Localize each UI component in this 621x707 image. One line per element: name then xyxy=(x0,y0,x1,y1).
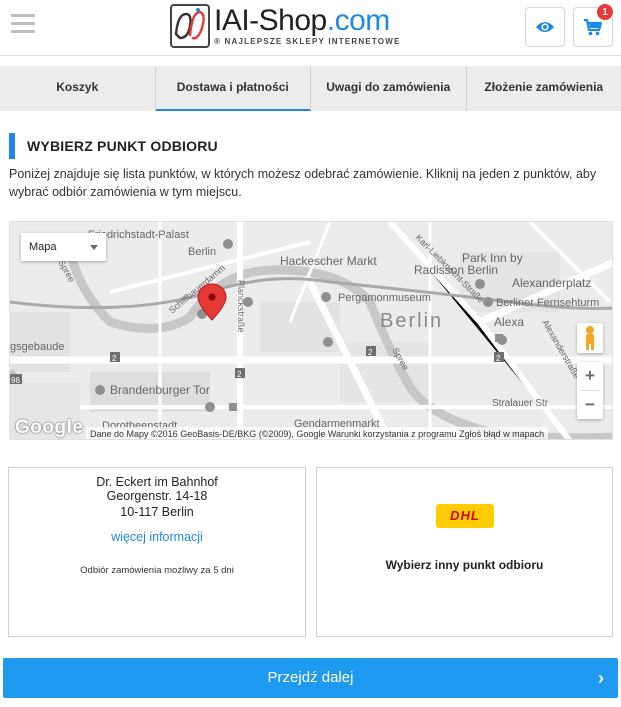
choose-other-point-label: Wybierz inny punkt odbioru xyxy=(385,558,544,572)
chevron-right-icon: › xyxy=(598,668,604,688)
section-intro: Poniżej znajduje się lista punktów, w kt… xyxy=(9,167,597,199)
dhl-logo: DHL xyxy=(436,504,494,528)
map-label-brandenburger: Brandenburger Tor xyxy=(110,383,210,397)
top-header: IAI-Shop.com ® NAJLEPSZE SKLEPY INTERNET… xyxy=(0,0,621,56)
logo-mark-icon xyxy=(170,4,210,48)
pickup-point-card[interactable]: Dr. Eckert im Bahnhof Georgenstr. 14-18 … xyxy=(8,467,306,637)
map-label-gebaude: gsgebaude xyxy=(10,341,64,353)
tab-zlozenie[interactable]: Złożenie zamówienia xyxy=(467,66,621,111)
map-route-2b: 2 xyxy=(368,348,373,357)
zoom-out-button[interactable]: − xyxy=(577,391,603,419)
map-attribution[interactable]: Dane do Mapy ©2016 GeoBasis-DE/BKG (©200… xyxy=(86,427,549,439)
choose-other-point-card[interactable]: DHL Wybierz inny punkt odbioru xyxy=(316,467,613,637)
map-route-96: 96 xyxy=(11,376,20,385)
pickup-point-city: 10-117 Berlin xyxy=(120,505,194,519)
map-label-berlin-small: Berlin xyxy=(188,246,216,258)
continue-button-label: Przejdź dalej xyxy=(267,669,354,686)
map-route-2d: 2 xyxy=(237,370,242,379)
map-label-alexanderplatz: Alexanderplatz xyxy=(512,276,591,290)
zoom-in-button[interactable]: + xyxy=(577,362,603,390)
view-button[interactable] xyxy=(525,7,565,47)
map-label-berlin-big: Berlin xyxy=(380,310,443,332)
tab-dostawa[interactable]: Dostawa i płatności xyxy=(155,66,311,111)
pickup-point-name: Dr. Eckert im Bahnhof xyxy=(96,475,218,489)
map-label-alexa: Alexa xyxy=(494,315,524,329)
map-type-label: Mapa xyxy=(29,241,57,253)
section-title: WYBIERZ PUNKT ODBIORU xyxy=(9,133,218,159)
pegman-glyph xyxy=(586,326,594,350)
map-route-2c: 2 xyxy=(496,354,501,363)
shopping-cart-icon xyxy=(584,18,603,36)
map-label-planckstrasse: Planckstraße xyxy=(236,280,246,333)
map-label-strauer: Stralauer Str xyxy=(492,398,549,409)
tab-koszyk[interactable]: Koszyk xyxy=(0,66,156,111)
hamburger-menu-icon[interactable] xyxy=(11,14,35,34)
chevron-down-icon xyxy=(90,245,98,250)
continue-button[interactable]: Przejdź dalej › xyxy=(3,658,618,698)
google-logo[interactable]: Google xyxy=(15,417,83,439)
site-logo[interactable]: IAI-Shop.com ® NAJLEPSZE SKLEPY INTERNET… xyxy=(170,4,399,50)
logo-tagline: ® NAJLEPSZE SKLEPY INTERNETOWE xyxy=(214,37,401,46)
street-view-pegman-icon[interactable] xyxy=(577,323,603,353)
eye-icon xyxy=(536,22,554,32)
pickup-time-note: Odbiór zamówienia możliwy za 5 dni xyxy=(80,565,234,576)
more-info-link[interactable]: więcej informacji xyxy=(9,530,305,544)
map-label-pergamon: Pergamonmuseum xyxy=(338,292,431,304)
logo-text: IAI-Shop.com xyxy=(214,4,390,37)
map-route-2a: 2 xyxy=(112,354,117,363)
pickup-point-street: Georgenstr. 14-18 xyxy=(106,489,208,503)
cart-count-badge: 1 xyxy=(596,3,614,21)
zoom-controls: + − xyxy=(577,362,603,419)
tab-uwagi[interactable]: Uwagi do zamówienia xyxy=(311,66,467,111)
pickup-map[interactable]: Friedrichstadt-Palast Berlin Hackescher … xyxy=(9,221,613,440)
map-type-select[interactable]: Mapa xyxy=(21,233,106,261)
map-label-fernsehturm: Berliner Fernsehturm xyxy=(496,297,599,309)
map-label-hackescher: Hackescher Markt xyxy=(280,254,377,268)
checkout-steps: Koszyk Dostawa i płatności Uwagi do zamó… xyxy=(0,66,621,111)
